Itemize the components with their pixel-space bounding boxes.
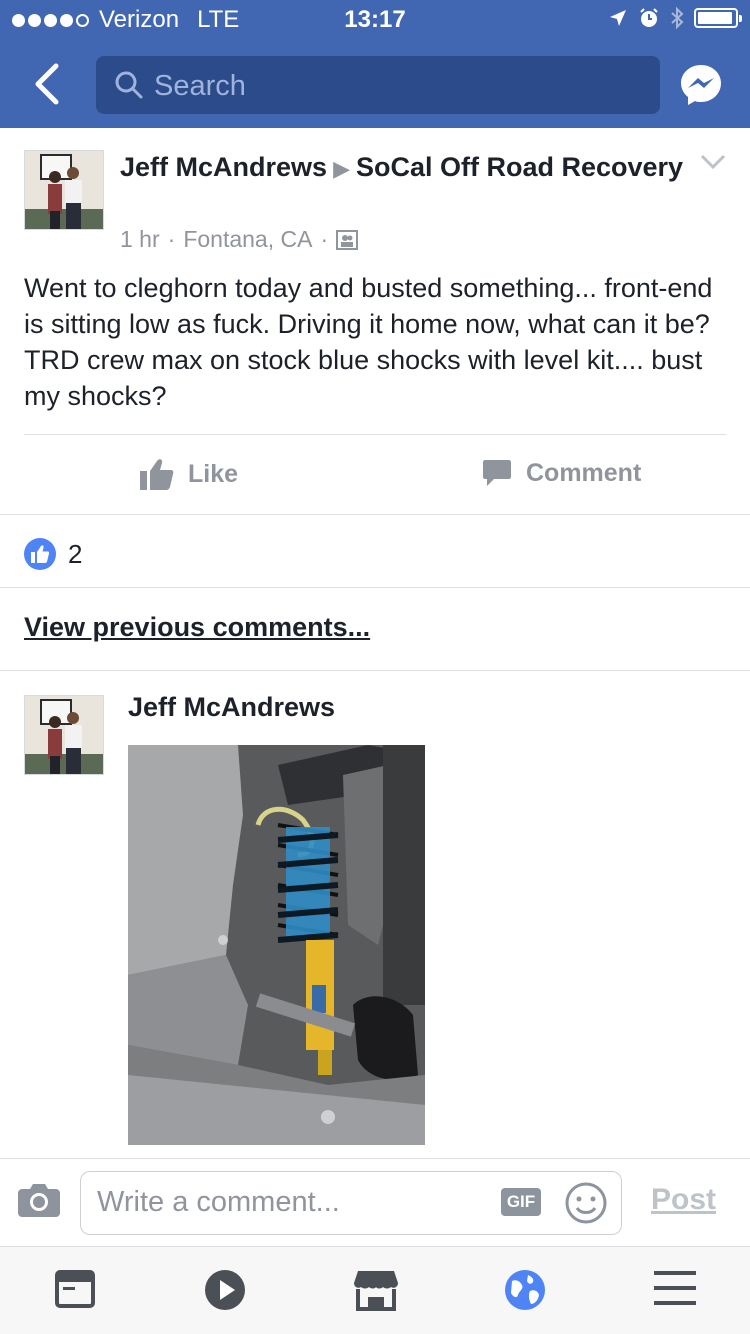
- profile-photo: [25, 696, 103, 774]
- post-actions: Like Comment: [0, 440, 750, 512]
- divider: [0, 670, 750, 671]
- battery-icon: [694, 8, 742, 28]
- like-button[interactable]: Like: [140, 458, 238, 490]
- back-arrow-icon[interactable]: [28, 62, 68, 106]
- nav-bar: Search: [0, 50, 750, 120]
- camera-icon[interactable]: [18, 1183, 60, 1217]
- search-placeholder: Search: [154, 70, 246, 102]
- alarm-icon: [640, 8, 658, 27]
- comment-bubble-icon: [483, 460, 511, 486]
- post-body: Went to cleghorn today and busted someth…: [24, 273, 713, 411]
- comment-composer: Write a comment... GIF Post: [0, 1158, 750, 1246]
- chevron-down-icon[interactable]: [700, 154, 726, 170]
- divider: [0, 587, 750, 588]
- post-meta: 1 hr · Fontana, CA ·: [120, 226, 359, 253]
- suspension-photo: [128, 745, 425, 1145]
- profile-photo: [25, 151, 103, 229]
- gif-button[interactable]: GIF: [501, 1188, 541, 1216]
- comment-photo[interactable]: [128, 745, 425, 1145]
- post-location[interactable]: Fontana, CA: [183, 226, 312, 253]
- post-group[interactable]: SoCal Off Road Recovery: [356, 152, 683, 182]
- thumbs-up-icon: [140, 459, 174, 490]
- like-reaction-icon: [24, 538, 56, 570]
- comment-button[interactable]: Comment: [482, 458, 641, 488]
- comment-author[interactable]: Jeff McAndrews: [128, 692, 335, 723]
- top-bar: Verizon LTE 13:17 Search: [0, 0, 750, 128]
- bluetooth-icon: [671, 6, 684, 30]
- tab-bar: [0, 1246, 750, 1334]
- post-time[interactable]: 1 hr: [120, 226, 160, 253]
- audience-group-icon: [336, 229, 359, 250]
- reaction-count: 2: [68, 538, 83, 569]
- reaction-summary[interactable]: 2: [24, 538, 82, 570]
- like-label: Like: [188, 459, 239, 488]
- sticker-smiley-icon[interactable]: [565, 1182, 607, 1224]
- comment-avatar[interactable]: [24, 695, 104, 775]
- comment-label: Comment: [526, 458, 642, 487]
- news-feed-icon[interactable]: [55, 1269, 95, 1309]
- comment-input[interactable]: Write a comment... GIF: [80, 1171, 622, 1235]
- location-arrow-icon: [610, 10, 626, 26]
- search-input[interactable]: Search: [96, 56, 660, 114]
- globe-notifications-icon[interactable]: [504, 1269, 546, 1311]
- marketplace-icon[interactable]: [354, 1269, 398, 1311]
- share-arrow-icon: ▶: [333, 156, 350, 181]
- avatar[interactable]: [24, 150, 104, 230]
- post-button[interactable]: Post: [651, 1183, 716, 1217]
- comment-placeholder: Write a comment...: [97, 1186, 340, 1218]
- divider: [24, 434, 726, 435]
- view-previous-comments-link[interactable]: View previous comments...: [24, 612, 370, 643]
- status-bar: Verizon LTE 13:17: [0, 0, 750, 40]
- menu-icon[interactable]: [654, 1269, 696, 1307]
- search-icon: [115, 71, 143, 99]
- video-icon[interactable]: [204, 1269, 246, 1311]
- messenger-icon[interactable]: [678, 62, 724, 108]
- divider: [0, 514, 750, 515]
- post-author[interactable]: Jeff McAndrews: [120, 152, 327, 182]
